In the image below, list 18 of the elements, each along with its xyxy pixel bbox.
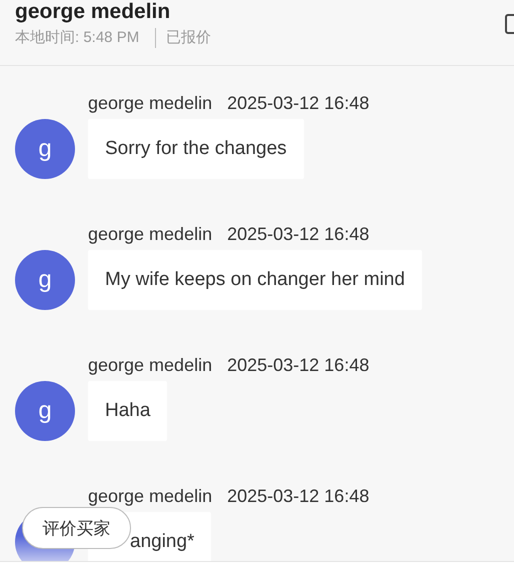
- message-time: 2025-03-12 16:48: [227, 223, 370, 245]
- rate-buyer-button[interactable]: 评价买家: [22, 507, 131, 549]
- message-bubble: Sorry for the changes: [88, 119, 304, 179]
- sender-name: george medelin: [88, 223, 212, 245]
- message-bubble: Haha: [88, 381, 168, 441]
- message-bubble: My wife keeps on changer her mind: [88, 250, 422, 310]
- local-time: 本地时间: 5:48 PM: [15, 28, 140, 48]
- status-label: 已报价: [166, 28, 212, 48]
- message-time: 2025-03-12 16:48: [227, 485, 370, 507]
- sender-name: george medelin: [88, 485, 212, 507]
- contact-name: george medelin: [15, 0, 172, 24]
- avatar: g: [15, 119, 75, 179]
- message-time: 2025-03-12 16:48: [227, 354, 370, 376]
- sender-name: george medelin: [88, 92, 212, 114]
- message-time: 2025-03-12 16:48: [227, 92, 370, 114]
- avatar: g: [15, 381, 75, 441]
- avatar: g: [15, 250, 75, 310]
- sender-name: george medelin: [88, 354, 212, 376]
